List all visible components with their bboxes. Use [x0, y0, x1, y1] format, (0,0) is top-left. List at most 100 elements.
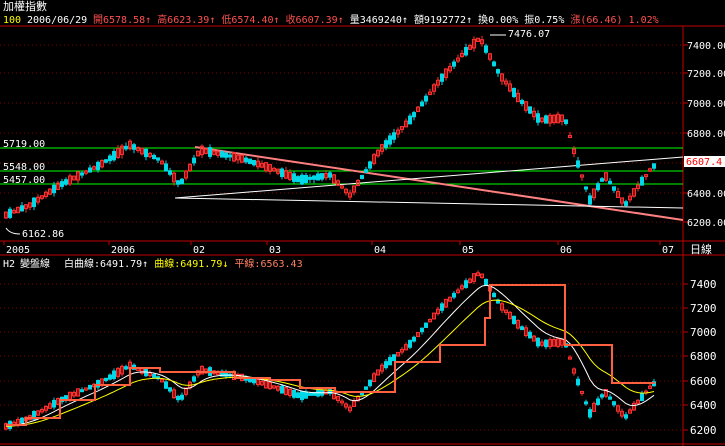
sub-candle-body: [624, 414, 628, 419]
sub-candle-body: [584, 401, 588, 405]
candle-body: [484, 45, 488, 53]
sub-candle-body: [484, 278, 488, 286]
price-tick-label: 7400.00: [687, 41, 725, 52]
stock-chart-window: 加權指數 100 2006/06/29 開6578.58↑ 高6623.39↑ …: [0, 0, 725, 446]
candle-body: [564, 119, 568, 124]
sub-candle-body: [528, 331, 532, 339]
time-tick-label: 02: [193, 245, 205, 256]
sub-legend-item-1: 曲線:6491.79↓: [154, 257, 234, 270]
sub-chart-name: 變盤線: [20, 257, 50, 270]
candle-body: [492, 61, 496, 67]
candle-body: [388, 135, 392, 145]
last-price: 6607.4: [686, 157, 722, 168]
candle-body: [164, 163, 168, 172]
sub-candle-body: [368, 379, 372, 387]
candle-body: [192, 157, 196, 164]
sub-candle-body: [292, 389, 296, 398]
candle-body: [156, 157, 160, 161]
level-label: 5548.00: [3, 162, 45, 173]
sub-gridlines: [0, 283, 683, 431]
candle-body: [308, 176, 312, 180]
quote-field-5: 額9192772↑: [414, 13, 478, 26]
candle-body: [300, 174, 304, 185]
sub-candle-body: [388, 357, 392, 366]
candle-body: [280, 168, 284, 178]
candle-body: [544, 115, 548, 124]
yellow-curve-line: [5, 299, 655, 427]
candle-body: [312, 175, 316, 180]
candle-body: [64, 179, 68, 185]
sub-candle-body: [96, 379, 100, 388]
price-tick-label: 6800.00: [687, 129, 725, 140]
candle-body: [364, 169, 368, 173]
sub-candle-body: [384, 361, 388, 369]
sub-candle-body: [364, 386, 368, 390]
main-price-axis: 7400.007200.007000.006800.006600.006400.…: [683, 41, 725, 229]
candle-body: [316, 173, 320, 181]
low-label: 6162.86: [22, 229, 64, 240]
sub-candle-body: [608, 396, 612, 400]
sub-candle-body: [596, 398, 600, 405]
sub-legend-item-2: 平線:6563.43: [234, 257, 302, 270]
candle-body: [512, 87, 516, 98]
candle-body: [124, 145, 128, 150]
candle-body: [576, 160, 580, 168]
candle-body: [520, 99, 524, 105]
sub-candle-body: [192, 376, 196, 382]
sub-chart-title: H2: [3, 259, 15, 270]
candle-body: [536, 113, 540, 123]
sub-candle-body: [520, 326, 524, 331]
sub-candle-body: [108, 374, 112, 380]
sub-price-tick-label: 6200: [690, 424, 717, 437]
sub-legend-item-0: 白曲線:6491.79↑: [64, 257, 154, 270]
sub-candle-body: [412, 336, 416, 342]
sub-candlesticks: [4, 270, 656, 431]
time-tick-label: 04: [374, 245, 386, 256]
peak-label: 7476.07: [508, 29, 550, 40]
sub-candle-body: [124, 366, 128, 370]
quote-field-7: 振0.75%: [524, 13, 570, 26]
sub-candle-body: [112, 370, 116, 380]
candle-body: [96, 161, 100, 171]
sub-candle-body: [168, 387, 172, 392]
sub-candle-body: [180, 394, 184, 400]
candle-body: [360, 174, 364, 180]
level-label: 5457.00: [3, 175, 45, 186]
candle-body: [612, 186, 616, 191]
candle-body: [20, 205, 24, 212]
candle-body: [420, 101, 424, 107]
sub-candle-body: [588, 409, 592, 418]
candle-body: [248, 158, 252, 165]
quote-field-2: 低6574.40↑: [221, 13, 285, 26]
candle-body: [180, 178, 184, 185]
sub-candle-body: [408, 339, 412, 348]
sub-price-tick-label: 7200: [690, 302, 717, 315]
sub-price-tick-label: 7400: [690, 278, 717, 291]
sub-candle-body: [424, 322, 428, 328]
main-gridlines: [0, 44, 683, 223]
quote-info: 開6578.58↑ 高6623.39↑ 低6574.40↑ 收6607.39↑ …: [93, 13, 659, 26]
candlesticks: [4, 35, 656, 220]
sub-candle-body: [104, 377, 108, 382]
sub-candle-body: [536, 337, 540, 347]
flat-step-line: [6, 284, 655, 426]
candle-body: [152, 154, 156, 160]
candle-body: [244, 157, 248, 163]
sub-candle-body: [304, 391, 308, 399]
low-pointer: [5, 227, 21, 235]
sub-candle-body: [252, 378, 256, 384]
candle-body: [424, 95, 428, 102]
sub-candle-body: [612, 401, 616, 406]
candle-body: [608, 180, 612, 185]
candle-body: [208, 147, 212, 157]
candle-body: [60, 181, 64, 187]
sub-candle-body: [52, 399, 56, 408]
period-label: 日線: [690, 242, 712, 256]
candle-body: [412, 112, 416, 118]
quote-field-9: 1.02%: [629, 15, 659, 26]
candle-body: [108, 155, 112, 162]
sub-indicator-lines: [5, 284, 655, 427]
sub-candle-body: [640, 392, 644, 401]
quote-field-0: 開6578.58↑: [93, 14, 157, 26]
candle-body: [584, 186, 588, 190]
